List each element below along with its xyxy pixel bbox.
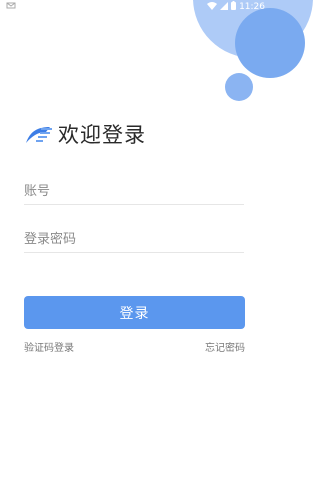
- app-logo-icon: [24, 123, 54, 145]
- account-input[interactable]: [24, 180, 244, 203]
- page-header: 欢迎登录: [24, 119, 146, 149]
- page-title: 欢迎登录: [58, 123, 146, 147]
- login-button[interactable]: 登录: [24, 296, 245, 329]
- cell-signal-icon: [220, 1, 229, 13]
- notification-icon: [6, 2, 16, 13]
- status-bar: 11:26: [0, 0, 270, 14]
- decorative-circle-small: [225, 73, 253, 101]
- wifi-icon: [207, 1, 218, 13]
- account-field: [24, 180, 244, 205]
- battery-icon: [231, 1, 237, 13]
- password-field: [24, 228, 244, 253]
- sms-login-link[interactable]: 验证码登录: [24, 339, 74, 354]
- password-input[interactable]: [24, 228, 244, 251]
- status-time: 11:26: [239, 2, 265, 12]
- decorative-circle-medium: [235, 8, 305, 78]
- forgot-password-link[interactable]: 忘记密码: [205, 339, 245, 354]
